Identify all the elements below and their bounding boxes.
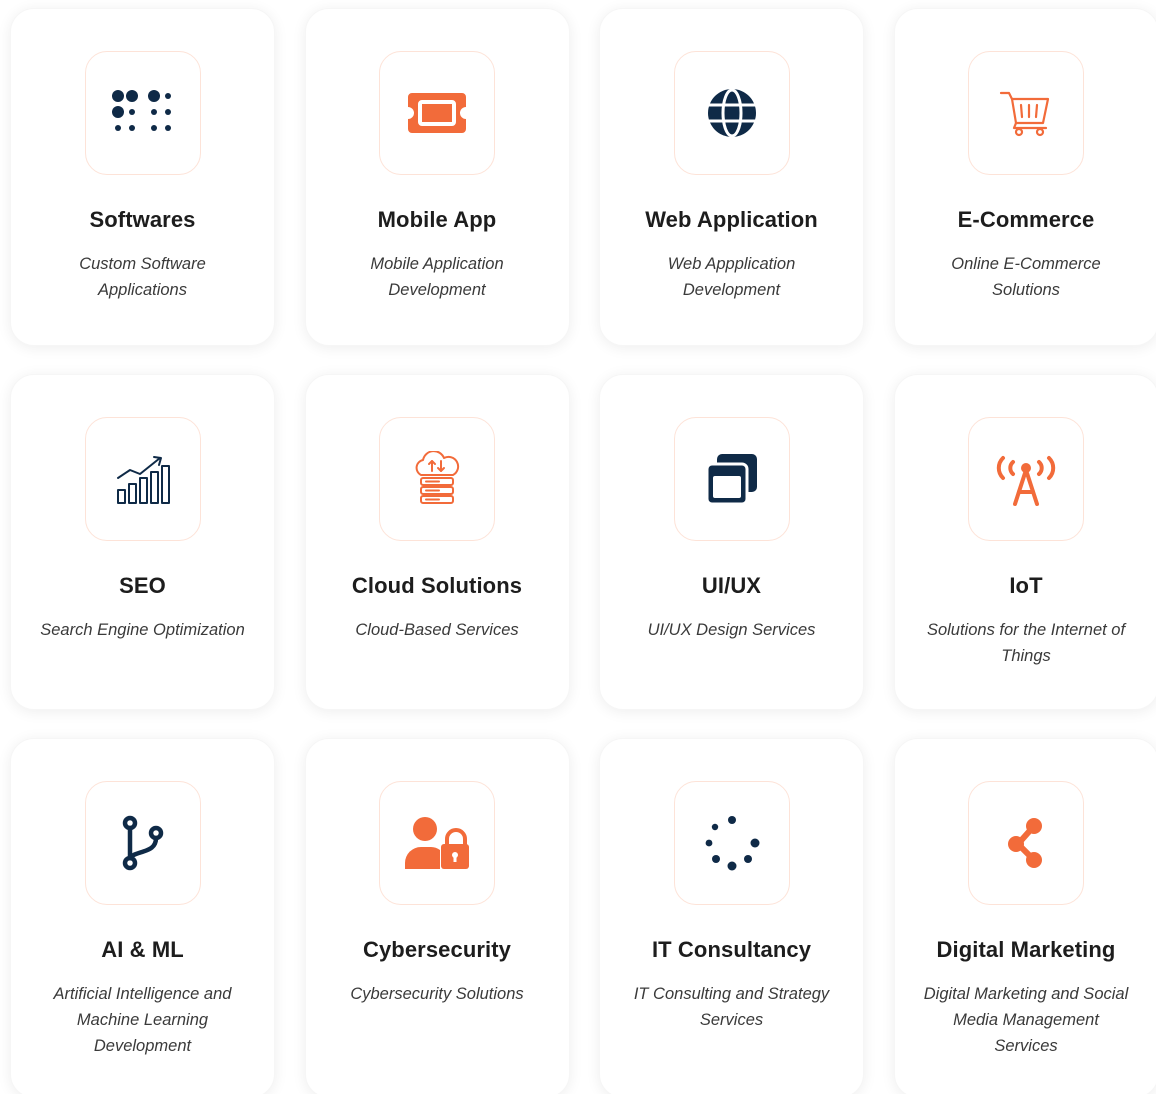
card-title: Cybersecurity (362, 937, 512, 962)
card-description: UI/UX Design Services (647, 621, 816, 639)
shopping-cart-icon (999, 91, 1050, 137)
icon-box (84, 51, 201, 175)
card-title: Cloud Solutions (351, 573, 523, 598)
user-lock-icon (405, 817, 469, 869)
services-grid: Softwares Custom Software Applications Mo… (10, 8, 1156, 1094)
card-description: Search Engine Optimization (40, 621, 245, 639)
icon-box (379, 51, 495, 175)
service-card-mobile-app[interactable]: Mobile App Mobile Application Development (304, 8, 570, 346)
card-title: Softwares (89, 207, 196, 232)
service-card-e-commerce[interactable]: E-Commerce Online E-Commerce Solutions (893, 8, 1156, 346)
card-description: Cybersecurity Solutions (350, 985, 524, 1003)
card-description: Online E-Commerce Solutions (951, 255, 1101, 299)
service-card-softwares[interactable]: Softwares Custom Software Applications (10, 8, 275, 346)
card-description: Custom Software Applications (79, 255, 206, 299)
service-card-iot[interactable]: IoT Solutions for the Internet of Things (893, 374, 1156, 710)
card-title: AI & ML (101, 937, 184, 962)
service-card-cloud-solutions[interactable]: Cloud Solutions Cloud-Based Services (304, 374, 570, 710)
service-card-digital-marketing[interactable]: Digital Marketing Digital Marketing and … (893, 738, 1156, 1094)
globe-icon (707, 88, 756, 138)
braille-icon (111, 90, 171, 131)
card-description: Cloud-Based Services (355, 621, 519, 639)
icon-box (673, 417, 790, 541)
icon-box (84, 417, 201, 541)
card-description: Artificial Intelligence and Machine Learn… (53, 985, 232, 1055)
card-title: Digital Marketing (936, 937, 1116, 962)
ticket-icon (408, 93, 466, 133)
card-description: Web Appplication Development (667, 255, 796, 299)
icon-box (379, 417, 495, 541)
card-description: Digital Marketing and Social Media Manage… (923, 985, 1129, 1055)
card-title: Web Application (645, 207, 818, 232)
card-title: IT Consultancy (651, 937, 812, 962)
icon-box (968, 417, 1084, 541)
service-card-ui-ux[interactable]: UI/UX UI/UX Design Services (599, 374, 864, 710)
icon-box (379, 781, 495, 905)
card-title: SEO (119, 573, 166, 598)
card-title: UI/UX (701, 573, 762, 598)
icon-box (968, 781, 1084, 905)
card-title: E-Commerce (957, 207, 1095, 232)
card-description: Solutions for the Internet of Things (926, 621, 1126, 665)
card-description: Mobile Application Development (370, 255, 504, 299)
service-card-ai-ml[interactable]: AI & ML Artificial Intelligence and Machi… (10, 738, 275, 1094)
spinner-icon (705, 816, 759, 871)
card-title: IoT (1009, 573, 1043, 598)
share-nodes-icon (1008, 818, 1042, 868)
service-card-cybersecurity[interactable]: Cybersecurity Cybersecurity Solutions (304, 738, 570, 1094)
icon-box (673, 51, 790, 175)
service-card-seo[interactable]: SEO Search Engine Optimization (10, 374, 275, 710)
icon-box (968, 51, 1084, 175)
service-card-it-consultancy[interactable]: IT Consultancy IT Consulting and Strateg… (599, 738, 864, 1094)
icon-box (84, 781, 201, 905)
icon-box (673, 781, 790, 905)
card-title: Mobile App (377, 207, 497, 232)
code-branch-icon (122, 815, 163, 871)
windows-icon (705, 454, 757, 506)
growth-chart-icon (116, 456, 170, 504)
broadcast-tower-icon (996, 456, 1056, 506)
service-card-web-application[interactable]: Web Application Web Appplication Developm… (599, 8, 864, 346)
card-description: IT Consulting and Strategy Services (633, 985, 830, 1029)
cloud-server-icon (415, 451, 460, 504)
